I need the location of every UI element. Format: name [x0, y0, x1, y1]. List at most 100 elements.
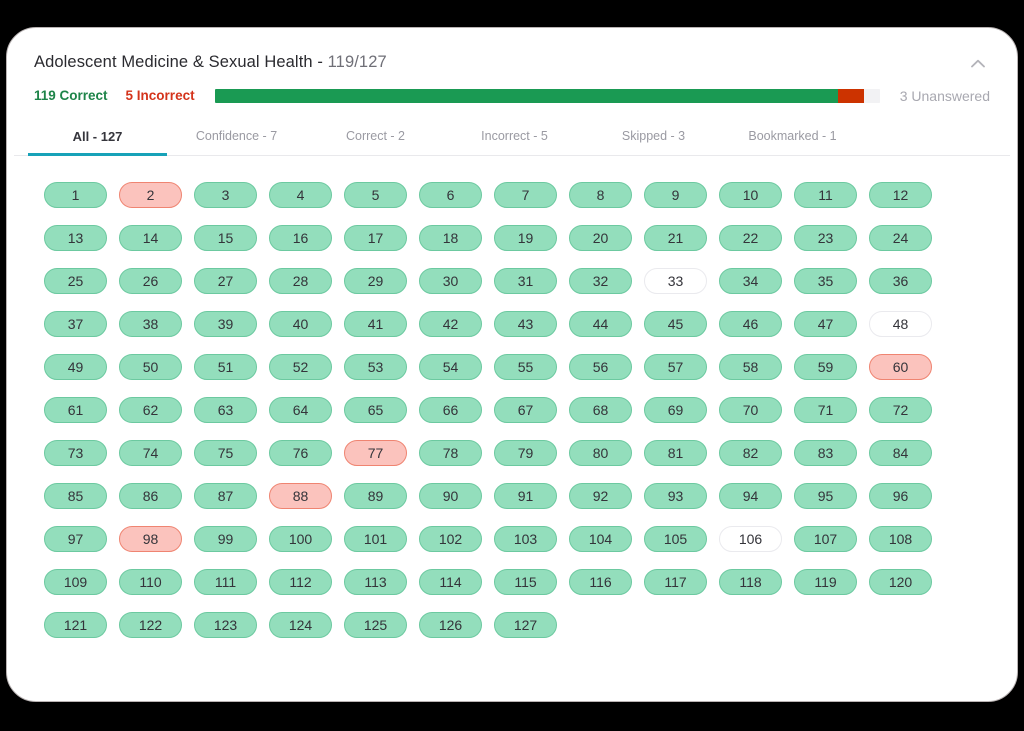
- question-pill[interactable]: 109: [44, 569, 107, 595]
- question-pill[interactable]: 47: [794, 311, 857, 337]
- question-pill[interactable]: 9: [644, 182, 707, 208]
- question-pill[interactable]: 111: [194, 569, 257, 595]
- question-pill[interactable]: 104: [569, 526, 632, 552]
- question-pill[interactable]: 21: [644, 225, 707, 251]
- question-pill[interactable]: 100: [269, 526, 332, 552]
- question-pill[interactable]: 117: [644, 569, 707, 595]
- question-pill[interactable]: 23: [794, 225, 857, 251]
- question-pill[interactable]: 65: [344, 397, 407, 423]
- tab-skipped[interactable]: Skipped - 3: [584, 119, 723, 156]
- question-pill[interactable]: 31: [494, 268, 557, 294]
- question-pill[interactable]: 103: [494, 526, 557, 552]
- question-pill[interactable]: 1: [44, 182, 107, 208]
- question-pill[interactable]: 62: [119, 397, 182, 423]
- question-pill[interactable]: 6: [419, 182, 482, 208]
- question-pill[interactable]: 75: [194, 440, 257, 466]
- question-pill[interactable]: 56: [569, 354, 632, 380]
- question-pill[interactable]: 116: [569, 569, 632, 595]
- question-pill[interactable]: 26: [119, 268, 182, 294]
- question-pill[interactable]: 33: [644, 268, 707, 294]
- question-pill[interactable]: 66: [419, 397, 482, 423]
- question-pill[interactable]: 22: [719, 225, 782, 251]
- question-pill[interactable]: 35: [794, 268, 857, 294]
- question-pill[interactable]: 120: [869, 569, 932, 595]
- question-pill[interactable]: 69: [644, 397, 707, 423]
- question-pill[interactable]: 83: [794, 440, 857, 466]
- question-pill[interactable]: 28: [269, 268, 332, 294]
- question-pill[interactable]: 51: [194, 354, 257, 380]
- question-pill[interactable]: 85: [44, 483, 107, 509]
- question-pill[interactable]: 14: [119, 225, 182, 251]
- question-pill[interactable]: 50: [119, 354, 182, 380]
- question-pill[interactable]: 125: [344, 612, 407, 638]
- question-pill[interactable]: 43: [494, 311, 557, 337]
- question-pill[interactable]: 27: [194, 268, 257, 294]
- question-pill[interactable]: 2: [119, 182, 182, 208]
- question-pill[interactable]: 52: [269, 354, 332, 380]
- question-pill[interactable]: 71: [794, 397, 857, 423]
- question-pill[interactable]: 44: [569, 311, 632, 337]
- question-pill[interactable]: 86: [119, 483, 182, 509]
- question-pill[interactable]: 87: [194, 483, 257, 509]
- question-pill[interactable]: 122: [119, 612, 182, 638]
- question-pill[interactable]: 119: [794, 569, 857, 595]
- question-pill[interactable]: 112: [269, 569, 332, 595]
- question-pill[interactable]: 39: [194, 311, 257, 337]
- question-pill[interactable]: 81: [644, 440, 707, 466]
- question-pill[interactable]: 15: [194, 225, 257, 251]
- question-pill[interactable]: 113: [344, 569, 407, 595]
- question-pill[interactable]: 74: [119, 440, 182, 466]
- question-pill[interactable]: 73: [44, 440, 107, 466]
- question-pill[interactable]: 64: [269, 397, 332, 423]
- question-pill[interactable]: 70: [719, 397, 782, 423]
- question-pill[interactable]: 40: [269, 311, 332, 337]
- question-pill[interactable]: 17: [344, 225, 407, 251]
- question-pill[interactable]: 4: [269, 182, 332, 208]
- question-pill[interactable]: 18: [419, 225, 482, 251]
- question-pill[interactable]: 121: [44, 612, 107, 638]
- question-pill[interactable]: 89: [344, 483, 407, 509]
- question-pill[interactable]: 90: [419, 483, 482, 509]
- question-pill[interactable]: 36: [869, 268, 932, 294]
- question-pill[interactable]: 97: [44, 526, 107, 552]
- question-pill[interactable]: 76: [269, 440, 332, 466]
- question-pill[interactable]: 127: [494, 612, 557, 638]
- question-pill[interactable]: 79: [494, 440, 557, 466]
- collapse-panel-button[interactable]: [964, 49, 992, 77]
- question-pill[interactable]: 8: [569, 182, 632, 208]
- question-pill[interactable]: 68: [569, 397, 632, 423]
- question-pill[interactable]: 11: [794, 182, 857, 208]
- question-pill[interactable]: 98: [119, 526, 182, 552]
- question-pill[interactable]: 126: [419, 612, 482, 638]
- question-pill[interactable]: 5: [344, 182, 407, 208]
- question-pill[interactable]: 19: [494, 225, 557, 251]
- question-pill[interactable]: 58: [719, 354, 782, 380]
- question-pill[interactable]: 67: [494, 397, 557, 423]
- question-pill[interactable]: 123: [194, 612, 257, 638]
- tab-all[interactable]: All - 127: [28, 119, 167, 156]
- tab-correct[interactable]: Correct - 2: [306, 119, 445, 156]
- question-pill[interactable]: 61: [44, 397, 107, 423]
- question-pill[interactable]: 45: [644, 311, 707, 337]
- question-pill[interactable]: 38: [119, 311, 182, 337]
- question-pill[interactable]: 25: [44, 268, 107, 294]
- question-pill[interactable]: 7: [494, 182, 557, 208]
- question-pill[interactable]: 57: [644, 354, 707, 380]
- tab-confidence[interactable]: Confidence - 7: [167, 119, 306, 156]
- question-pill[interactable]: 16: [269, 225, 332, 251]
- question-pill[interactable]: 91: [494, 483, 557, 509]
- question-pill[interactable]: 41: [344, 311, 407, 337]
- question-pill[interactable]: 106: [719, 526, 782, 552]
- question-pill[interactable]: 10: [719, 182, 782, 208]
- question-pill[interactable]: 12: [869, 182, 932, 208]
- question-pill[interactable]: 77: [344, 440, 407, 466]
- question-pill[interactable]: 63: [194, 397, 257, 423]
- question-pill[interactable]: 53: [344, 354, 407, 380]
- question-pill[interactable]: 55: [494, 354, 557, 380]
- question-pill[interactable]: 34: [719, 268, 782, 294]
- question-pill[interactable]: 101: [344, 526, 407, 552]
- question-pill[interactable]: 115: [494, 569, 557, 595]
- question-pill[interactable]: 3: [194, 182, 257, 208]
- question-pill[interactable]: 59: [794, 354, 857, 380]
- tab-incorrect[interactable]: Incorrect - 5: [445, 119, 584, 156]
